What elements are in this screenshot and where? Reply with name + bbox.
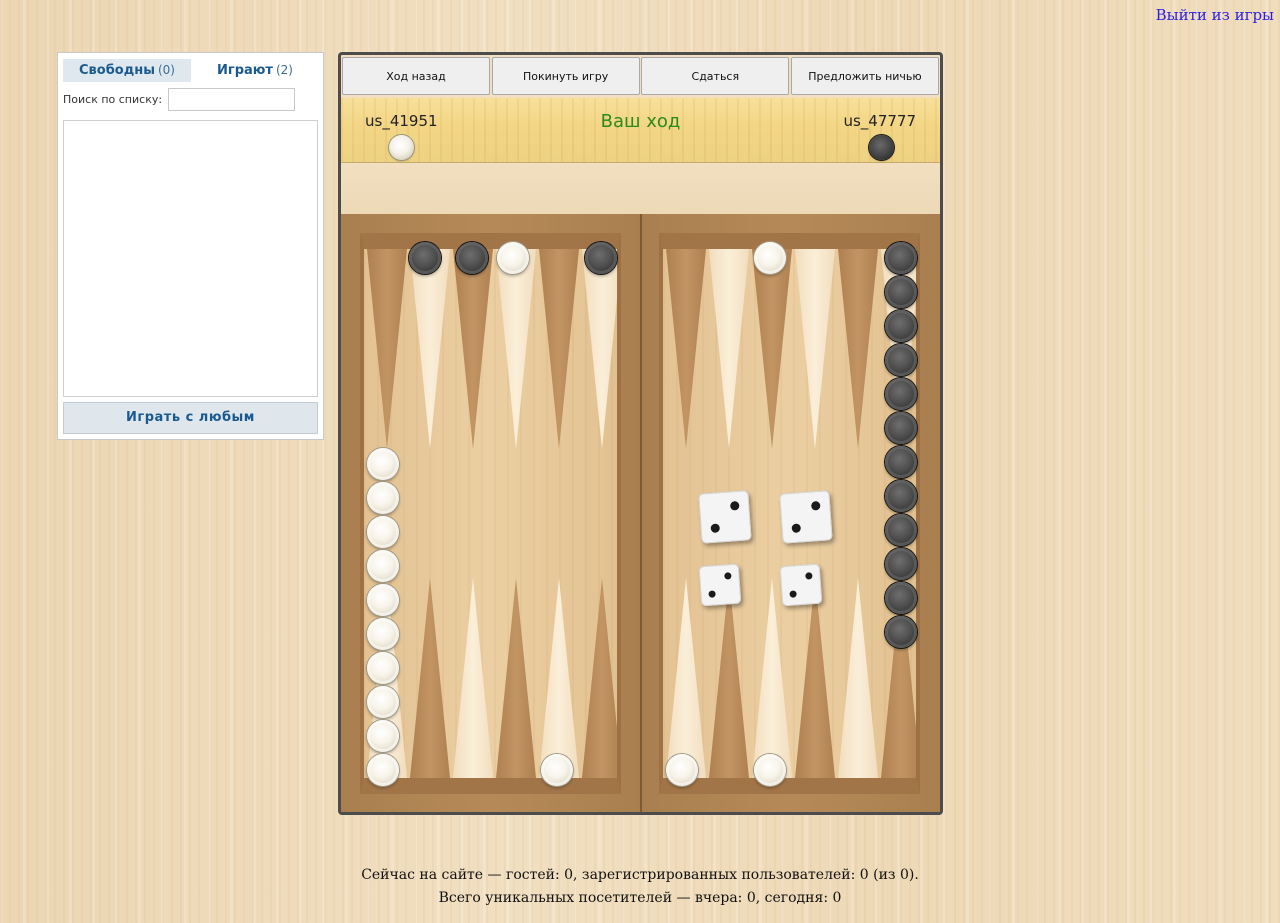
die-pip	[791, 523, 802, 534]
board-top-strip	[341, 164, 940, 214]
board-point[interactable]	[709, 249, 749, 449]
black-checker[interactable]	[885, 378, 917, 410]
die-two	[698, 490, 752, 544]
black-checker[interactable]	[885, 446, 917, 478]
board-point[interactable]	[539, 249, 579, 449]
die-pip	[729, 500, 740, 511]
white-checker[interactable]	[367, 618, 399, 650]
player-right-name: us_47777	[843, 112, 916, 130]
search-input[interactable]	[168, 87, 296, 111]
board-point[interactable]	[666, 578, 706, 778]
board-point[interactable]	[582, 578, 617, 778]
board-point[interactable]	[709, 578, 749, 778]
board-bar	[640, 214, 642, 812]
tab-free-label: Свободны	[79, 63, 155, 78]
board-point[interactable]	[752, 578, 792, 778]
white-checker[interactable]	[367, 516, 399, 548]
board-point[interactable]	[410, 578, 450, 778]
undo-move-button[interactable]: Ход назад	[342, 57, 490, 95]
backgammon-board	[341, 214, 940, 812]
board-point[interactable]	[582, 249, 617, 449]
board-point[interactable]	[367, 249, 407, 449]
black-checker[interactable]	[885, 548, 917, 580]
game-controls: Ход назад Покинуть игру Сдаться Предложи…	[342, 57, 939, 97]
board-point[interactable]	[838, 578, 878, 778]
black-checker[interactable]	[885, 514, 917, 546]
resign-button[interactable]: Сдаться	[641, 57, 790, 95]
play-any-button[interactable]: Играть с любым	[63, 402, 318, 434]
black-checker[interactable]	[885, 582, 917, 614]
board-point[interactable]	[752, 249, 792, 449]
die-pip	[710, 523, 721, 534]
die-two	[779, 490, 833, 544]
black-checker[interactable]	[585, 242, 617, 274]
tab-free-count: (0)	[157, 63, 175, 77]
offer-draw-button[interactable]: Предложить ничью	[790, 57, 939, 95]
board-point[interactable]	[666, 249, 706, 449]
exit-game-link[interactable]: Выйти из игры	[1156, 6, 1274, 24]
search-label: Поиск по списку:	[63, 92, 163, 106]
white-checker[interactable]	[754, 754, 786, 786]
game-frame: Ход назад Покинуть игру Сдаться Предложи…	[338, 52, 943, 815]
player-list[interactable]	[63, 120, 318, 397]
die-pip	[724, 572, 732, 580]
online-stats: Сейчас на сайте — гостей: 0, зарегистрир…	[361, 867, 919, 883]
search-row: Поиск по списку:	[63, 87, 319, 111]
player-right-black-checker-icon	[869, 135, 894, 160]
white-checker[interactable]	[367, 584, 399, 616]
die-pip	[789, 590, 797, 598]
white-checker[interactable]	[541, 754, 573, 786]
black-checker[interactable]	[409, 242, 441, 274]
board-point[interactable]	[795, 249, 835, 449]
board-field-left	[360, 233, 621, 794]
die-pip	[810, 500, 821, 511]
visitor-stats: Всего уникальных посетителей — вчера: 0,…	[438, 890, 842, 906]
players-bar: us_41951 Ваш ход us_47777	[341, 98, 940, 163]
board-point[interactable]	[838, 249, 878, 449]
white-checker[interactable]	[754, 242, 786, 274]
board-point[interactable]	[453, 578, 493, 778]
board-point[interactable]	[496, 578, 536, 778]
tab-free[interactable]: Свободны (0)	[63, 59, 191, 82]
die-two	[698, 563, 742, 607]
black-checker[interactable]	[885, 412, 917, 444]
board-point[interactable]	[496, 249, 536, 449]
die-pip	[708, 590, 716, 598]
die-pip	[805, 572, 813, 580]
board-point[interactable]	[539, 578, 579, 778]
die-two	[779, 563, 823, 607]
black-checker[interactable]	[885, 480, 917, 512]
black-checker[interactable]	[456, 242, 488, 274]
leave-game-button[interactable]: Покинуть игру	[491, 57, 640, 95]
lobby-tabs: Свободны (0) Играют (2)	[63, 59, 319, 82]
white-checker[interactable]	[367, 754, 399, 786]
white-checker[interactable]	[367, 720, 399, 752]
white-checker[interactable]	[666, 754, 698, 786]
white-checker[interactable]	[497, 242, 529, 274]
tab-playing-label: Играют	[217, 63, 273, 78]
player-left-white-checker-icon	[389, 135, 414, 160]
white-checker[interactable]	[367, 652, 399, 684]
white-checker[interactable]	[367, 550, 399, 582]
board-point[interactable]	[410, 249, 450, 449]
black-checker[interactable]	[885, 310, 917, 342]
black-checker[interactable]	[885, 344, 917, 376]
tab-playing-count: (2)	[275, 63, 293, 77]
white-checker[interactable]	[367, 686, 399, 718]
black-checker[interactable]	[885, 616, 917, 648]
black-checker[interactable]	[885, 242, 917, 274]
board-point[interactable]	[795, 578, 835, 778]
black-checker[interactable]	[885, 276, 917, 308]
white-checker[interactable]	[367, 448, 399, 480]
tab-playing[interactable]: Играют (2)	[191, 59, 319, 82]
lobby-panel: Свободны (0) Играют (2) Поиск по списку: И…	[57, 52, 324, 440]
white-checker[interactable]	[367, 482, 399, 514]
board-point[interactable]	[453, 249, 493, 449]
